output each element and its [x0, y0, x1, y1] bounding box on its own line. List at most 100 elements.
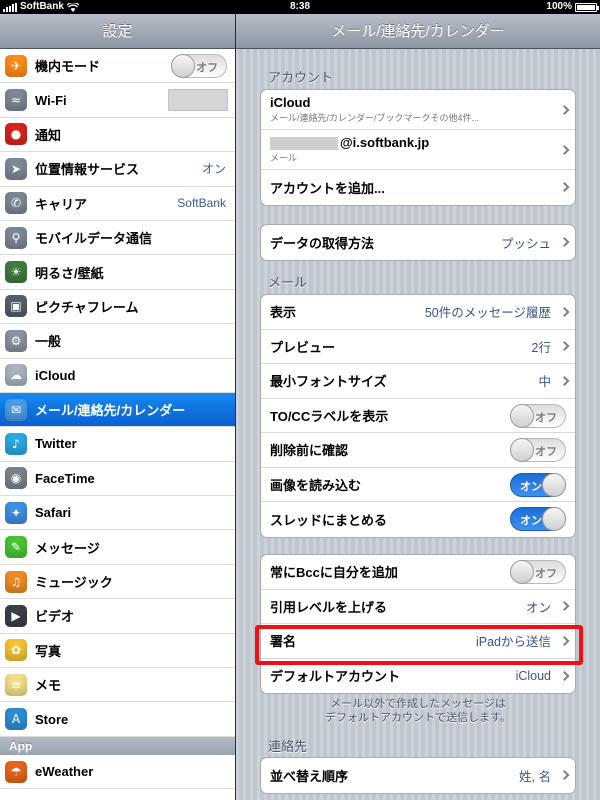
footnote-line: デフォルトアカウントで送信します。: [325, 712, 511, 724]
sidebar-item-airplane[interactable]: ✈ 機内モード オフ: [0, 49, 235, 84]
battery-icon: [575, 2, 599, 12]
compose-setting-row[interactable]: 署名 iPadから送信: [261, 624, 575, 659]
sidebar-item-facetime[interactable]: ◉ FaceTime: [0, 461, 235, 497]
toggle-knob: [510, 438, 534, 462]
account-label: iCloud: [270, 95, 311, 110]
row-label: 最小フォントサイズ: [270, 374, 387, 390]
sidebar-item-phone[interactable]: ✆ キャリア SoftBank: [0, 186, 235, 221]
sidebar-item-gear[interactable]: ⚙ 一般: [0, 324, 235, 359]
toggle-label: オン: [520, 515, 542, 527]
toggle-switch[interactable]: オフ: [510, 403, 566, 428]
sidebar-item-music[interactable]: ♫ ミュージック: [0, 564, 235, 600]
fetch-label: データの取得方法: [270, 235, 375, 251]
sidebar-item-label: 通知: [35, 127, 62, 143]
account-softbank[interactable]: @i.softbank.jp メール: [261, 130, 575, 170]
toggle-switch[interactable]: オフ: [510, 438, 566, 462]
eweather-icon: ☂: [5, 760, 27, 783]
sidebar-item-picture-frame[interactable]: ▣ ピクチャフレーム: [0, 289, 235, 325]
compose-setting-row[interactable]: デフォルトアカウント iCloud: [261, 659, 575, 694]
toggle-switch[interactable]: オフ: [510, 560, 566, 584]
sidebar-item-brightness[interactable]: ☀ 明るさ/壁紙: [0, 255, 235, 290]
mail-setting-row[interactable]: 画像を読み込む オン: [261, 468, 575, 502]
sidebar-item-notification[interactable]: ● 通知: [0, 117, 235, 153]
mail-setting-row[interactable]: TO/CCラベルを表示 オフ: [261, 399, 575, 433]
sidebar-item-label: 位置情報サービス: [35, 162, 140, 178]
row-label: 常にBccに自分を追加: [270, 565, 398, 581]
safari-icon: ✦: [5, 501, 27, 524]
fetch-new-data-row[interactable]: データの取得方法 プッシュ: [261, 225, 575, 260]
notes-icon: ≡: [5, 673, 27, 696]
toggle-switch[interactable]: オン: [510, 472, 566, 497]
chevron-right-icon: [559, 182, 570, 193]
sidebar-item-store[interactable]: A Store: [0, 702, 235, 737]
toggle-knob: [510, 560, 534, 584]
sidebar-item-messages[interactable]: ✎ メッセージ: [0, 530, 235, 565]
toggle-knob: [542, 472, 566, 497]
sidebar-item-label: モバイルデータ通信: [35, 231, 153, 247]
account-icloud[interactable]: iCloud メール/連絡先/カレンダー/ブックマークその他4件...: [261, 90, 575, 130]
status-time: 8:38: [289, 1, 310, 12]
row-label: 表示: [270, 305, 297, 321]
sidebar-item-notes[interactable]: ≡ メモ: [0, 668, 235, 703]
sidebar-item-safari[interactable]: ✦ Safari: [0, 496, 235, 531]
contacts-group: 並べ替え順序 姓, 名: [260, 757, 576, 794]
sidebar-item-label: ミュージック: [35, 575, 113, 591]
toggle-knob: [542, 507, 566, 531]
row-value: オン: [525, 600, 551, 615]
sidebar-item-label: 機内モード: [35, 59, 101, 75]
location-icon: ➤: [5, 157, 27, 180]
redacted-network-name: [168, 89, 228, 112]
sidebar-item-photos[interactable]: ✿ 写真: [0, 633, 235, 669]
facetime-icon: ◉: [5, 467, 27, 490]
row-label: 削除前に確認: [270, 443, 349, 459]
messages-icon: ✎: [5, 536, 27, 559]
settings-sidebar: 設定 ✈ 機内モード オフ ≈ Wi-Fi ● 通知 ➤ 位置情報サービス オン ✆ キャリア Soft…: [0, 14, 235, 800]
video-icon: ▶: [5, 604, 27, 627]
cloud-icon: ☁: [5, 364, 27, 387]
mail-setting-row[interactable]: 表示 50件のメッセージ履歴: [261, 295, 575, 330]
notification-icon: ●: [5, 123, 27, 146]
toggle-switch[interactable]: オフ: [171, 54, 227, 78]
sidebar-item-label: 明るさ/壁紙: [35, 265, 104, 281]
default-account-footnote: メール以外で作成したメッセージは デフォルトアカウントで送信します。: [260, 697, 576, 725]
compose-setting-row[interactable]: 引用レベルを上げる オン: [261, 590, 575, 624]
sidebar-item-label: ピクチャフレーム: [35, 299, 139, 315]
row-label: 画像を読み込む: [270, 477, 362, 493]
sidebar-item-location[interactable]: ➤ 位置情報サービス オン: [0, 152, 235, 187]
accounts-section-title: アカウント: [268, 70, 334, 85]
footnote-line: メール以外で作成したメッセージは: [330, 698, 506, 710]
row-value: 2行: [531, 340, 551, 355]
detail-pane: メール/連絡先/カレンダー アカウント iCloud メール/連絡先/カレンダー…: [236, 14, 600, 800]
toggle-label: オフ: [535, 411, 557, 424]
sidebar-item-value: SoftBank: [177, 196, 226, 211]
sidebar-item-twitter[interactable]: ♪ Twitter: [0, 427, 235, 462]
toggle-switch[interactable]: オン: [510, 507, 566, 531]
redacted-email: [270, 137, 338, 151]
phone-icon: ✆: [5, 192, 27, 215]
status-bar: SoftBank 8:38 100%: [0, 0, 600, 14]
mail-setting-row[interactable]: スレッドにまとめる オン: [261, 502, 575, 537]
add-account-row[interactable]: アカウントを追加...: [261, 170, 575, 205]
toggle-label: オン: [520, 480, 542, 493]
row-label: 引用レベルを上げる: [270, 599, 388, 615]
mail-setting-row[interactable]: 最小フォントサイズ 中: [261, 364, 575, 399]
chevron-right-icon: [559, 635, 570, 646]
sidebar-item-cloud[interactable]: ☁ iCloud: [0, 358, 235, 393]
sidebar-list: ✈ 機内モード オフ ≈ Wi-Fi ● 通知 ➤ 位置情報サービス オン ✆ キャリア SoftBan…: [0, 49, 235, 790]
toggle-label: オフ: [535, 446, 557, 458]
compose-setting-row[interactable]: 常にBccに自分を追加 オフ: [261, 555, 575, 590]
sidebar-title: 設定: [0, 14, 235, 49]
mail-setting-row[interactable]: プレビュー 2行: [261, 330, 575, 364]
chevron-right-icon: [559, 770, 570, 781]
sidebar-item-wifi[interactable]: ≈ Wi-Fi: [0, 83, 235, 118]
sidebar-item-antenna[interactable]: ⚲ モバイルデータ通信: [0, 220, 235, 256]
twitter-icon: ♪: [5, 432, 27, 455]
contacts-setting-row[interactable]: 並べ替え順序 姓, 名: [261, 758, 575, 793]
mail-setting-row[interactable]: 削除前に確認 オフ: [261, 433, 575, 468]
sidebar-item-eweather[interactable]: ☂ eWeather: [0, 754, 235, 790]
row-label: 署名: [270, 634, 297, 650]
contacts-section-title: 連絡先: [268, 739, 308, 754]
sidebar-item-mail[interactable]: ✉ メール/連絡先/カレンダー: [0, 392, 235, 428]
sidebar-item-video[interactable]: ▶ ビデオ: [0, 599, 235, 634]
compose-group: 常にBccに自分を追加 オフ引用レベルを上げる オン署名 iPadから送信 デフォルトア…: [260, 554, 576, 694]
